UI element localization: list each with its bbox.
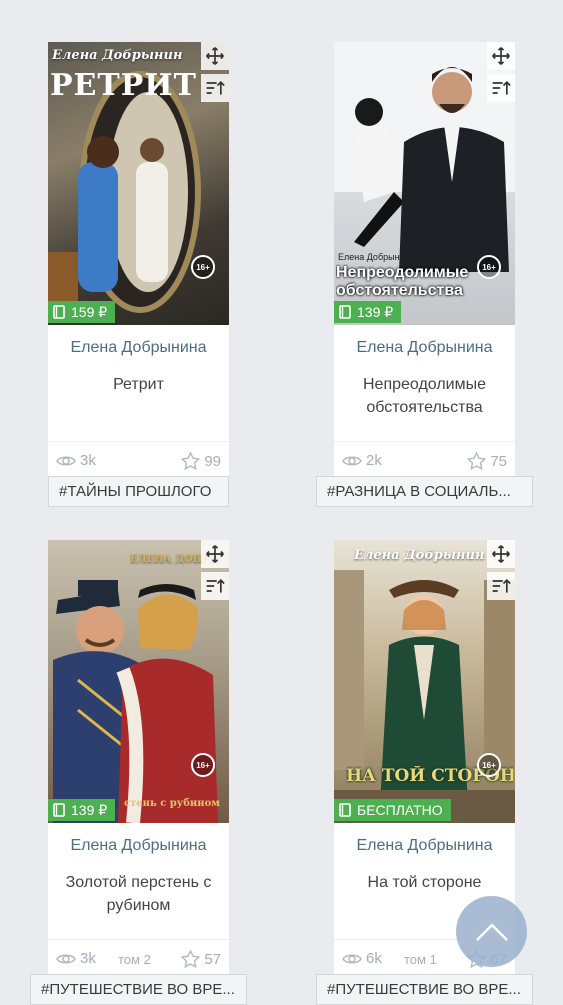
rating-count: 75	[490, 452, 507, 470]
book-cover[interactable]: Елена Добрынин НА ТОЙ СТОРОНЕ 16+ БЕСПЛА…	[334, 540, 515, 823]
price-text: БЕСПЛАТНО	[357, 802, 443, 818]
age-rating-badge: 16+	[477, 753, 501, 777]
views-count: 2k	[366, 452, 382, 469]
book-card[interactable]: Елена Добрынин РЕТРИТ 16+ 159 ₽ Елена До…	[48, 42, 229, 482]
sort-up-icon[interactable]	[201, 572, 229, 600]
views-stat: 6k	[342, 950, 382, 967]
price-badge: 139 ₽	[48, 799, 116, 821]
book-icon	[53, 803, 65, 817]
cover-title-text: стень с рубином	[124, 798, 220, 809]
star-icon	[181, 452, 201, 470]
price-badge: БЕСПЛАТНО	[334, 799, 451, 821]
book-card[interactable]: Елена Добрынина Непреодолимые обстоятель…	[334, 42, 515, 482]
rating-stat: 99	[181, 452, 221, 470]
cover-author-text: Елена Добрынин	[354, 548, 485, 563]
rating-count: 99	[204, 452, 221, 470]
volume-label: том 1	[404, 952, 437, 967]
author-link[interactable]: Елена Добрынина	[334, 339, 515, 361]
eye-icon	[56, 954, 76, 963]
price-badge: 139 ₽	[334, 301, 402, 323]
age-rating-badge: 16+	[477, 255, 501, 279]
book-icon	[53, 305, 65, 319]
star-icon	[467, 452, 487, 470]
sort-up-icon[interactable]	[201, 74, 229, 102]
views-count: 3k	[80, 452, 96, 469]
genre-tag[interactable]: #РАЗНИЦА В СОЦИАЛЬ...	[316, 476, 533, 507]
book-cover[interactable]: Елена Добрынина Непреодолимые обстоятель…	[334, 42, 515, 325]
scroll-to-top-button[interactable]	[456, 896, 527, 967]
sort-up-icon[interactable]	[487, 572, 515, 600]
move-icon[interactable]	[201, 540, 229, 568]
book-cover[interactable]: ЕЛЕНА ДОБРЫ стень с рубином 16+ 139 ₽	[48, 540, 229, 823]
star-icon	[181, 950, 201, 968]
genre-tag[interactable]: #ПУТЕШЕСТВИЕ ВО ВРЕ...	[316, 974, 533, 1005]
author-link[interactable]: Елена Добрынина	[48, 837, 229, 859]
move-icon[interactable]	[487, 540, 515, 568]
price-text: 139 ₽	[71, 801, 108, 818]
price-badge: 159 ₽	[48, 301, 116, 323]
move-icon[interactable]	[201, 42, 229, 70]
cover-author-text: Елена Добрынин	[52, 48, 183, 63]
views-count: 3k	[80, 950, 96, 967]
views-count: 6k	[366, 950, 382, 967]
rating-stat: 57	[181, 950, 221, 968]
eye-icon	[342, 456, 362, 465]
price-text: 139 ₽	[357, 303, 394, 320]
author-link[interactable]: Елена Добрынина	[48, 339, 229, 361]
age-rating-badge: 16+	[191, 753, 215, 777]
book-icon	[339, 305, 351, 319]
book-icon	[339, 803, 351, 817]
eye-icon	[342, 954, 362, 963]
sort-up-icon[interactable]	[487, 74, 515, 102]
book-title[interactable]: Золотой перстень с рубином	[48, 871, 229, 939]
views-stat: 2k	[342, 452, 382, 469]
volume-label: том 2	[118, 952, 151, 967]
views-stat: 3k	[56, 950, 96, 967]
genre-tag[interactable]: #ТАЙНЫ ПРОШЛОГО	[48, 476, 229, 507]
move-icon[interactable]	[487, 42, 515, 70]
cover-author-text: Елена Добрынина	[338, 252, 415, 262]
genre-tag[interactable]: #ПУТЕШЕСТВИЕ ВО ВРЕ...	[30, 974, 247, 1005]
views-stat: 3k	[56, 452, 96, 469]
book-card[interactable]: ЕЛЕНА ДОБРЫ стень с рубином 16+ 139 ₽ Ел…	[48, 540, 229, 980]
author-link[interactable]: Елена Добрынина	[334, 837, 515, 859]
book-cover[interactable]: Елена Добрынин РЕТРИТ 16+ 159 ₽	[48, 42, 229, 325]
eye-icon	[56, 456, 76, 465]
chevron-up-icon	[475, 922, 508, 941]
price-text: 159 ₽	[71, 303, 108, 320]
book-title[interactable]: Ретрит	[48, 373, 229, 441]
rating-count: 57	[204, 950, 221, 968]
rating-stat: 75	[467, 452, 507, 470]
age-rating-badge: 16+	[191, 255, 215, 279]
book-title[interactable]: Непреодолимые обстоятельства	[334, 373, 515, 441]
